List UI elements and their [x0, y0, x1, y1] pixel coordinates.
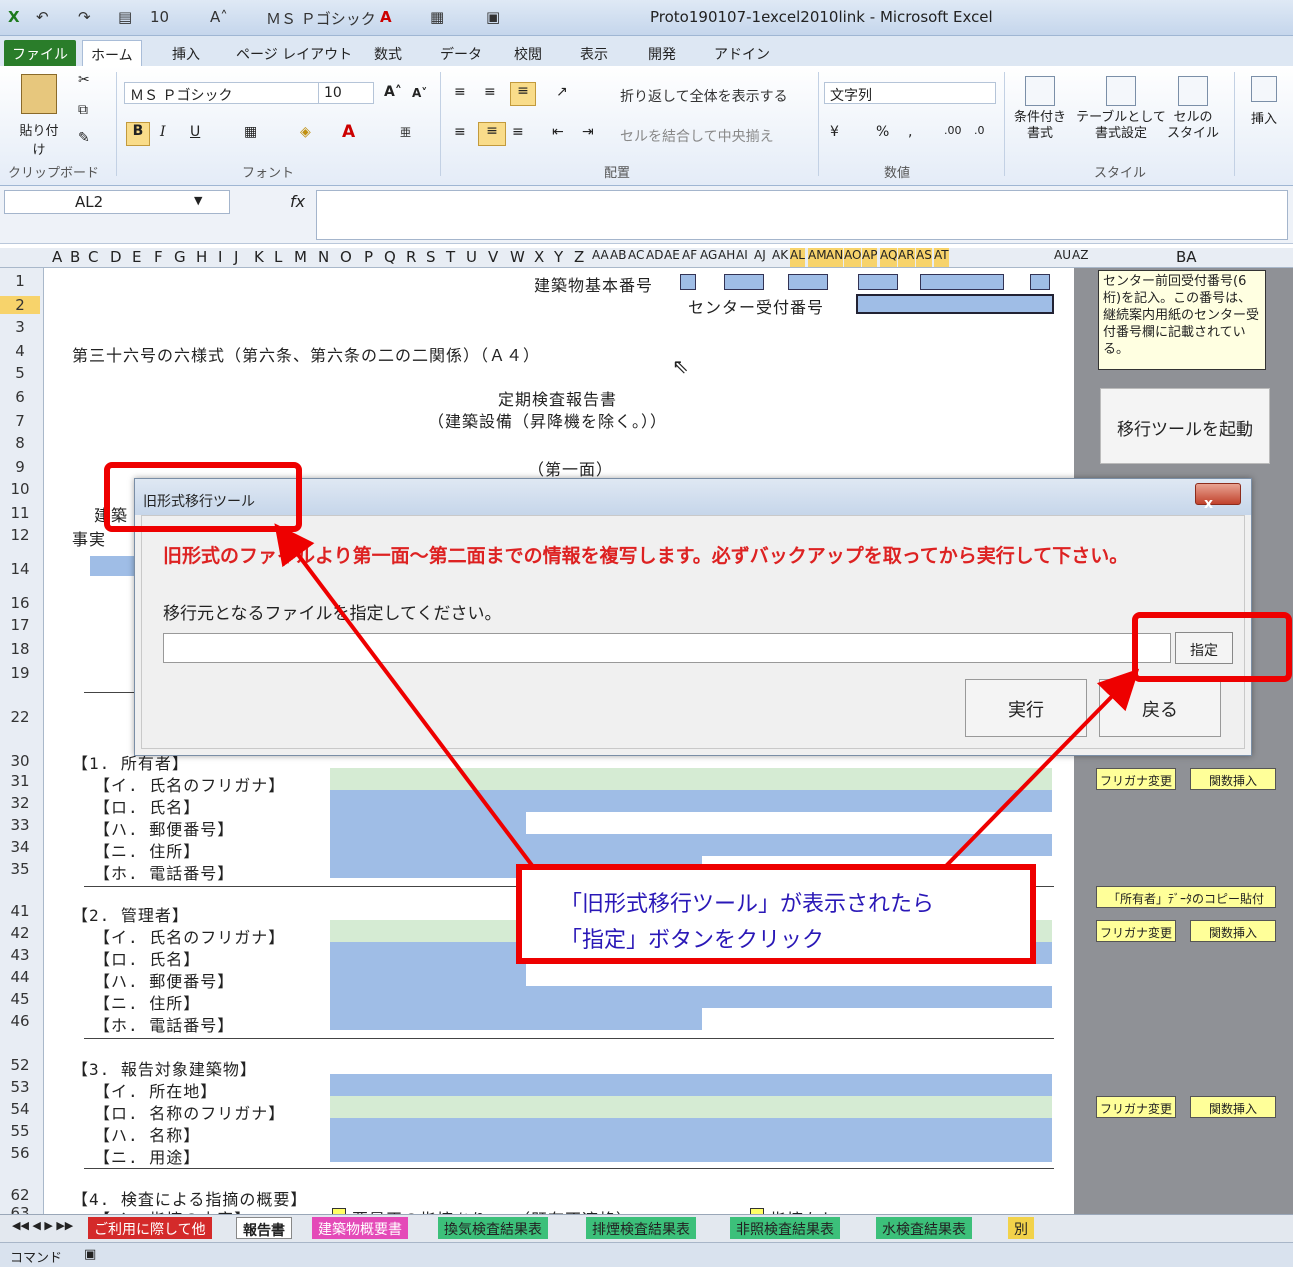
sheet-tab-bar: ◀◀ ◀ ▶ ▶▶ ご利用に際して他 報告書 建築物概要書 換気検査結果表 排煙… [0, 1214, 1293, 1242]
sheet-tab-active[interactable]: 報告書 [236, 1217, 292, 1239]
annotation-arrows [274, 523, 1140, 870]
sheet-tab[interactable]: 建築物概要書 [312, 1217, 408, 1239]
arrow-to-title [274, 523, 536, 870]
macro-record-icon[interactable]: ▣ [84, 1247, 96, 1262]
instruction-callout: 「旧形式移行ツール」が表示されたら 「指定」ボタンをクリック [516, 864, 1036, 964]
status-bar: コマンド ▣ [0, 1242, 1293, 1267]
arrow-to-specify [942, 668, 1140, 870]
callout-line-2: 「指定」ボタンをクリック [560, 928, 825, 953]
sheet-tab[interactable]: 非照検査結果表 [730, 1217, 840, 1239]
sheet-tab[interactable]: ご利用に際して他 [88, 1217, 212, 1239]
sheet-tab[interactable]: 水検査結果表 [876, 1217, 972, 1239]
sheet-tab[interactable]: 換気検査結果表 [438, 1217, 548, 1239]
sheet-nav-icon[interactable]: ◀◀ ◀ ▶ ▶▶ [6, 1217, 79, 1239]
status-mode: コマンド [10, 1251, 63, 1266]
callout-line-1: 「旧形式移行ツール」が表示されたら [560, 892, 935, 917]
sheet-tab[interactable]: 排煙検査結果表 [586, 1217, 696, 1239]
sheet-tab[interactable]: 別 [1008, 1217, 1034, 1239]
